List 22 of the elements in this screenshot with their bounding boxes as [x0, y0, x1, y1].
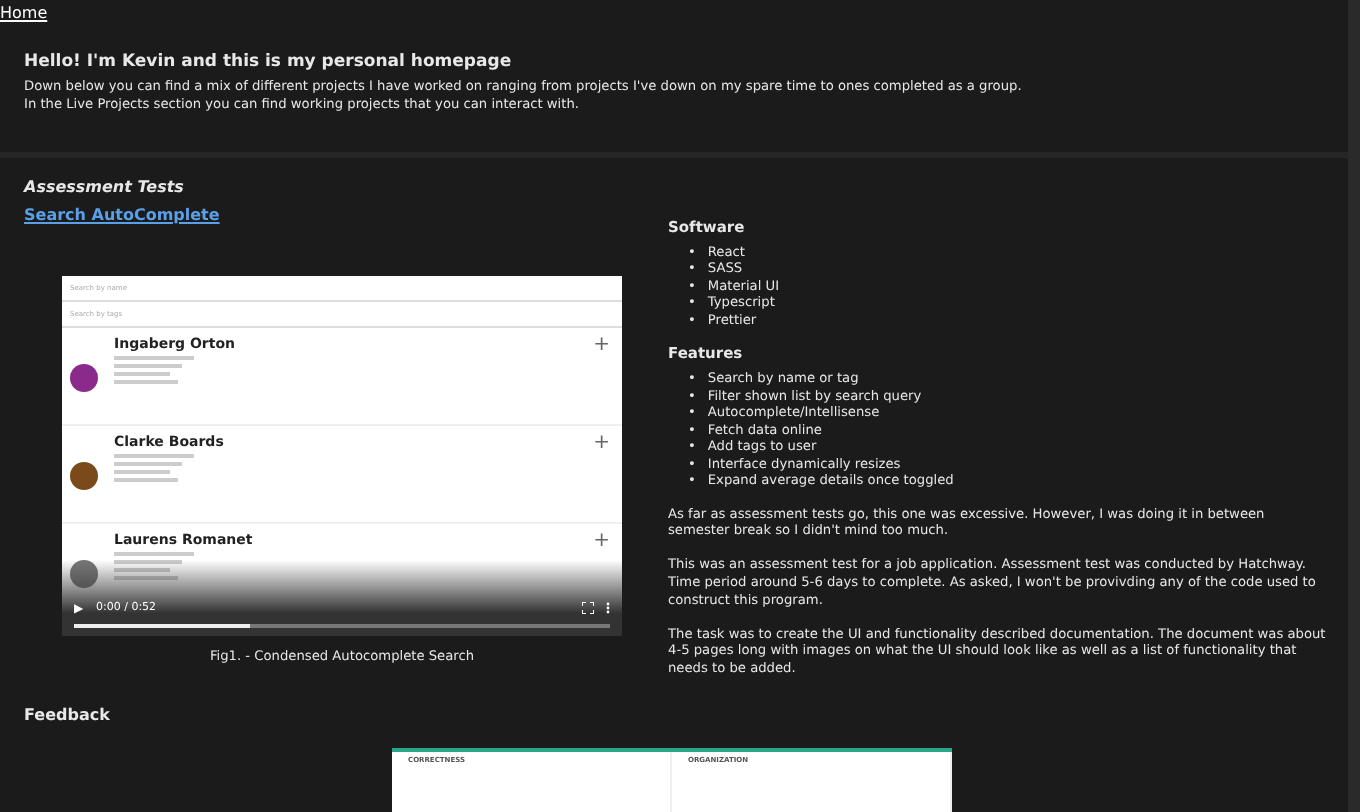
add-icon: +	[593, 433, 610, 454]
progress-track[interactable]	[74, 623, 610, 628]
detail-line	[114, 461, 182, 466]
detail-line	[114, 567, 170, 572]
intro-heading: Hello! I'm Kevin and this is my personal homepage	[24, 52, 514, 72]
detail-line	[114, 355, 194, 360]
detail-line	[114, 363, 182, 368]
feedback-heading: Feedback	[24, 706, 112, 724]
detail-line	[114, 469, 170, 474]
detail-line	[114, 453, 194, 458]
add-icon: +	[593, 531, 610, 552]
project-link[interactable]: Search AutoComplete	[24, 205, 220, 224]
detail-line	[114, 559, 182, 564]
detail-line	[114, 575, 178, 580]
section-title: Assessment Tests	[24, 177, 186, 196]
fullscreen-icon[interactable]	[582, 601, 594, 614]
home-link[interactable]: Home	[0, 4, 48, 22]
detail-line	[114, 551, 194, 556]
detail-line	[114, 477, 178, 482]
add-icon: +	[593, 335, 610, 356]
detail-line	[114, 379, 178, 384]
detail-line	[114, 371, 170, 376]
